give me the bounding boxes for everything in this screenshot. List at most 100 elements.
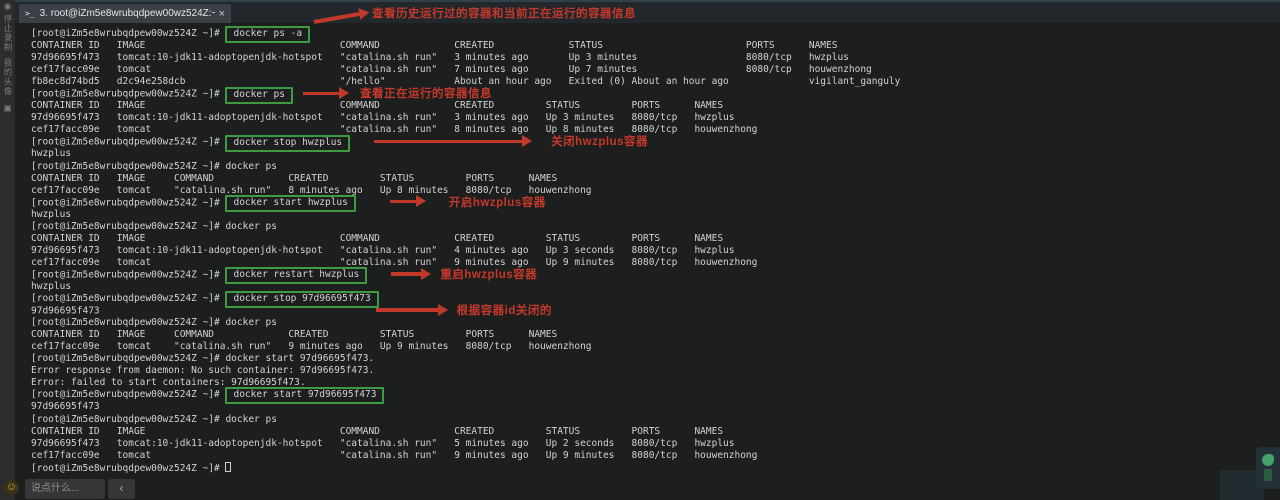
terminal-line: cef17facc09e tomcat "catalina.sh run" 7 … xyxy=(31,64,1280,76)
terminal-line: [root@iZm5e8wrubqdpew00wz524Z ~]# docker… xyxy=(31,28,1280,40)
terminal-line: cef17facc09e tomcat "catalina.sh run" 9 … xyxy=(31,341,1280,353)
terminal-line: cef17facc09e tomcat "catalina.sh run" 8 … xyxy=(31,124,1280,136)
thumbnail-icon: ▣ xyxy=(0,102,15,114)
spacer xyxy=(356,204,390,205)
plant-icon xyxy=(1262,454,1274,466)
terminal-text: cef17facc09e tomcat "catalina.sh run" 8 … xyxy=(31,124,757,135)
annotation-arrow-icon xyxy=(391,272,421,276)
terminal-line: [root@iZm5e8wrubqdpew00wz524Z ~]# xyxy=(31,462,1280,474)
command-highlight-box: docker start hwzplus xyxy=(225,195,355,212)
terminal-line: fb8ec8d74bd5 d2c94e258dcb "/hello" About… xyxy=(31,76,1280,88)
terminal-line: 97d96695f473 tomcat:10-jdk11-adoptopenjd… xyxy=(31,438,1280,450)
terminal-text: 97d96695f473 tomcat:10-jdk11-adoptopenjd… xyxy=(31,438,735,449)
terminal-text: 97d96695f473 tomcat:10-jdk11-adoptopenjd… xyxy=(31,112,735,123)
terminal-line: [root@iZm5e8wrubqdpew00wz524Z ~]# docker… xyxy=(31,317,1280,329)
rail-label-bottom[interactable]: 我的头像 xyxy=(0,58,15,96)
comment-bar: ☺ 说点什么... ‹ xyxy=(0,476,180,500)
terminal-text: [root@iZm5e8wrubqdpew00wz524Z ~]# docker… xyxy=(31,317,277,328)
spacer xyxy=(293,96,303,97)
terminal-line: [root@iZm5e8wrubqdpew00wz524Z ~]# docker… xyxy=(31,197,1280,209)
close-icon[interactable]: × xyxy=(219,8,225,20)
left-side-rail: ◉ 停止录制 我的头像 ▣ xyxy=(0,0,15,500)
spacer xyxy=(350,96,360,97)
terminal-line: Error: failed to start containers: 97d96… xyxy=(31,377,1280,389)
terminal-prompt-icon: >_ xyxy=(25,9,35,18)
terminal-text: hwzplus xyxy=(31,148,71,159)
terminal-line: 97d96695f473 tomcat:10-jdk11-adoptopenjd… xyxy=(31,245,1280,257)
spacer xyxy=(449,313,457,314)
terminal-text: CONTAINER ID IMAGE COMMAND CREATED STATU… xyxy=(31,329,557,340)
terminal-line: cef17facc09e tomcat "catalina.sh run" 9 … xyxy=(31,450,1280,462)
terminal-line: [root@iZm5e8wrubqdpew00wz524Z ~]# docker… xyxy=(31,293,1280,305)
terminal-text: [root@iZm5e8wrubqdpew00wz524Z ~]# xyxy=(31,137,225,148)
terminal-text: Error response from daemon: No such cont… xyxy=(31,365,374,376)
terminal-line: 97d96695f473 tomcat:10-jdk11-adoptopenjd… xyxy=(31,52,1280,64)
terminal-text: fb8ec8d74bd5 d2c94e258dcb "/hello" About… xyxy=(31,76,900,87)
terminal-text: [root@iZm5e8wrubqdpew00wz524Z ~]# xyxy=(31,269,225,280)
command-highlight-box: docker start 97d96695f473 xyxy=(225,387,384,404)
rail-label-top[interactable]: 停止录制 xyxy=(0,14,15,52)
tab-title: 3. root@iZm5e8wrubqdpew00wz524Z:~ xyxy=(40,8,215,19)
terminal-line: hwzplus xyxy=(31,148,1280,160)
terminal-text: [root@iZm5e8wrubqdpew00wz524Z ~]# docker… xyxy=(31,161,277,172)
spacer xyxy=(100,313,376,314)
annotation-text: 开启hwzplus容器 xyxy=(449,197,546,209)
annotation-arrow-icon xyxy=(303,92,339,96)
terminal-text: [root@iZm5e8wrubqdpew00wz524Z ~]# docker… xyxy=(31,414,277,425)
terminal-line: CONTAINER ID IMAGE COMMAND CREATED STATU… xyxy=(31,173,1280,185)
terminal-line: Error response from daemon: No such cont… xyxy=(31,365,1280,377)
terminal-text: [root@iZm5e8wrubqdpew00wz524Z ~]# xyxy=(31,293,225,304)
terminal-line: CONTAINER ID IMAGE COMMAND CREATED STATU… xyxy=(31,329,1280,341)
record-icon: ◉ xyxy=(0,0,15,12)
terminal-screen: [root@iZm5e8wrubqdpew00wz524Z ~]# docker… xyxy=(15,23,1280,500)
terminal-text: cef17facc09e tomcat "catalina.sh run" 8 … xyxy=(31,185,592,196)
spacer xyxy=(367,276,391,277)
terminal-line: cef17facc09e tomcat "catalina.sh run" 8 … xyxy=(31,185,1280,197)
screen: ◉ 停止录制 我的头像 ▣ >_ 3. root@iZm5e8wrubqdpew… xyxy=(0,0,1280,500)
terminal-tab[interactable]: >_ 3. root@iZm5e8wrubqdpew00wz524Z:~ × xyxy=(19,4,231,23)
terminal-text: cef17facc09e tomcat "catalina.sh run" 9 … xyxy=(31,257,757,268)
terminal-line: [root@iZm5e8wrubqdpew00wz524Z ~]# docker… xyxy=(31,136,1280,148)
terminal-text: CONTAINER ID IMAGE COMMAND CREATED STATU… xyxy=(31,100,723,111)
terminal-line: [root@iZm5e8wrubqdpew00wz524Z ~]# docker… xyxy=(31,88,1280,100)
spacer xyxy=(533,144,551,145)
annotation-arrow-icon xyxy=(374,140,522,144)
terminal-line: [root@iZm5e8wrubqdpew00wz524Z ~]# docker… xyxy=(31,414,1280,426)
collapse-chevron-icon[interactable]: ‹ xyxy=(108,479,135,499)
floating-widget[interactable] xyxy=(1256,447,1280,489)
annotation-arrow-icon xyxy=(390,200,416,204)
terminal-line: [root@iZm5e8wrubqdpew00wz524Z ~]# docker… xyxy=(31,389,1280,401)
terminal-line: hwzplus xyxy=(31,281,1280,293)
annotation-text: 重启hwzplus容器 xyxy=(440,269,537,281)
emoji-icon[interactable]: ☺ xyxy=(4,480,19,495)
plant-pot-icon xyxy=(1264,469,1272,481)
annotation-text: 根据容器id关闭的 xyxy=(457,305,552,317)
terminal-cursor xyxy=(225,462,231,472)
terminal-text: cef17facc09e tomcat "catalina.sh run" 9 … xyxy=(31,450,757,461)
terminal-line: 97d96695f473根据容器id关闭的 xyxy=(31,305,1280,317)
terminal-text: [root@iZm5e8wrubqdpew00wz524Z ~]# xyxy=(31,463,225,474)
annotation-text: 关闭hwzplus容器 xyxy=(551,136,648,148)
terminal-text: [root@iZm5e8wrubqdpew00wz524Z ~]# xyxy=(31,28,225,39)
terminal-text: cef17facc09e tomcat "catalina.sh run" 9 … xyxy=(31,341,592,352)
terminal-text: CONTAINER ID IMAGE COMMAND CREATED STATU… xyxy=(31,426,723,437)
terminal-text: [root@iZm5e8wrubqdpew00wz524Z ~]# xyxy=(31,89,225,100)
terminal-text: CONTAINER ID IMAGE COMMAND CREATED STATU… xyxy=(31,233,723,244)
terminal-text: [root@iZm5e8wrubqdpew00wz524Z ~]# docker… xyxy=(31,221,277,232)
comment-input[interactable]: 说点什么... xyxy=(25,479,105,499)
terminal-line: 97d96695f473 tomcat:10-jdk11-adoptopenjd… xyxy=(31,112,1280,124)
terminal-text: [root@iZm5e8wrubqdpew00wz524Z ~]# docker… xyxy=(31,353,374,364)
terminal-text: 97d96695f473 tomcat:10-jdk11-adoptopenjd… xyxy=(31,245,735,256)
terminal-text: CONTAINER ID IMAGE COMMAND CREATED STATU… xyxy=(31,173,557,184)
annotation-arrow-icon xyxy=(376,308,438,312)
annotation-text: 查看正在运行的容器信息 xyxy=(360,88,492,100)
terminal-text: CONTAINER ID IMAGE COMMAND CREATED STATU… xyxy=(31,40,837,51)
tab-bar: >_ 3. root@iZm5e8wrubqdpew00wz524Z:~ × xyxy=(15,0,1280,23)
spacer xyxy=(427,204,449,205)
terminal-text: [root@iZm5e8wrubqdpew00wz524Z ~]# xyxy=(31,197,225,208)
terminal-text: hwzplus xyxy=(31,209,71,220)
terminal-line: [root@iZm5e8wrubqdpew00wz524Z ~]# docker… xyxy=(31,269,1280,281)
terminal-text: 97d96695f473 xyxy=(31,401,100,412)
terminal-text: cef17facc09e tomcat "catalina.sh run" 7 … xyxy=(31,64,872,75)
terminal-line: CONTAINER ID IMAGE COMMAND CREATED STATU… xyxy=(31,40,1280,52)
